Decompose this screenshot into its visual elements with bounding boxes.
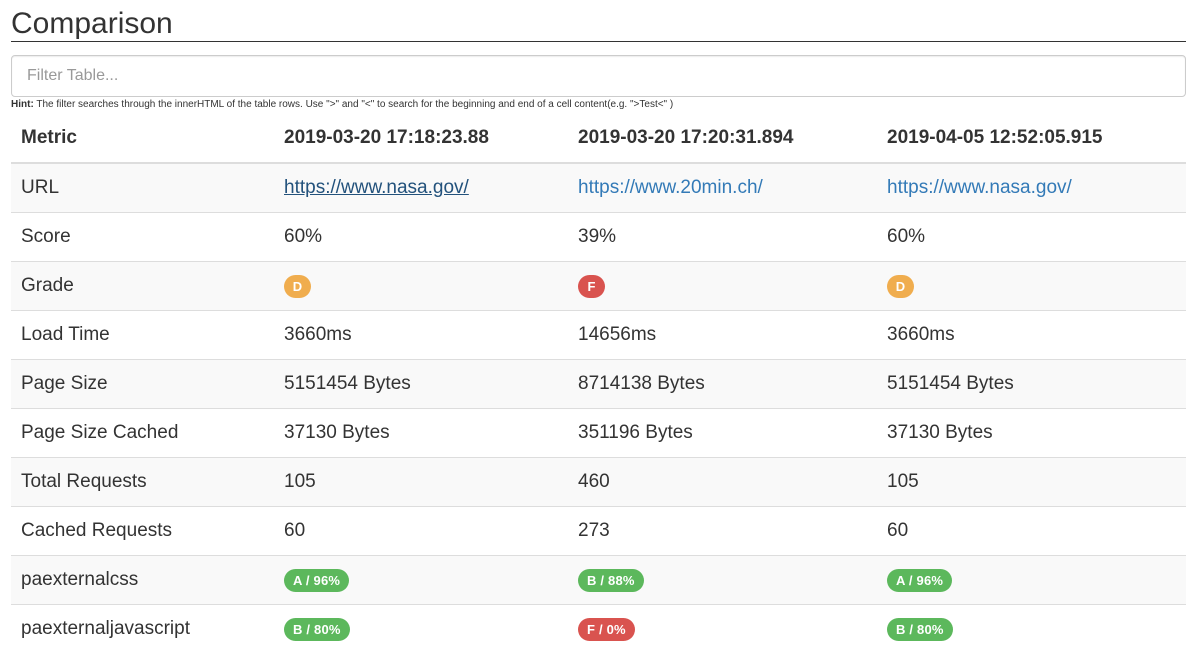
check-cell: F / 0%	[568, 604, 877, 653]
hint-text: The filter searches through the innerHTM…	[33, 99, 674, 110]
url-link[interactable]: https://www.nasa.gov/	[284, 177, 469, 198]
metric-label: Score	[11, 212, 274, 262]
header-run-2[interactable]: 2019-03-20 17:20:31.894	[568, 113, 877, 164]
check-cell: A / 96%	[274, 555, 568, 605]
hint-label: Hint:	[11, 99, 34, 110]
table-row-url: URL https://www.nasa.gov/ https://www.20…	[11, 163, 1186, 213]
page-title: Comparison	[11, 7, 173, 40]
page-size-cached-value: 351196 Bytes	[568, 408, 877, 458]
cached-requests-value: 60	[274, 506, 568, 556]
filter-hint: Hint: The filter searches through the in…	[11, 99, 673, 111]
score-value: 39%	[568, 212, 877, 262]
load-time-value: 3660ms	[274, 310, 568, 360]
check-cell: B / 88%	[568, 555, 877, 605]
header-run-1[interactable]: 2019-03-20 17:18:23.88	[274, 113, 568, 164]
metric-label: Page Size Cached	[11, 408, 274, 458]
header-metric[interactable]: Metric	[11, 113, 274, 164]
metric-label: Grade	[11, 261, 274, 311]
cached-requests-value: 60	[877, 506, 1186, 556]
check-result-badge: B / 88%	[578, 568, 644, 592]
table-header-row: Metric 2019-03-20 17:18:23.88 2019-03-20…	[11, 113, 1186, 164]
table-row-cached-requests: Cached Requests 60 273 60	[11, 506, 1186, 556]
score-value: 60%	[274, 212, 568, 262]
check-result-badge: F / 0%	[578, 617, 635, 641]
page-size-value: 5151454 Bytes	[877, 359, 1186, 409]
total-requests-value: 105	[274, 457, 568, 507]
check-result-badge: A / 96%	[284, 568, 350, 592]
table-row-page-size: Page Size 5151454 Bytes 8714138 Bytes 51…	[11, 359, 1186, 409]
url-cell: https://www.nasa.gov/	[274, 163, 568, 213]
grade-cell: D	[274, 261, 568, 311]
total-requests-value: 460	[568, 457, 877, 507]
metric-label: paexternaljavascript	[11, 604, 274, 653]
check-result-badge: B / 80%	[284, 617, 350, 641]
grade-cell: D	[877, 261, 1186, 311]
check-cell: B / 80%	[877, 604, 1186, 653]
comparison-table: Metric 2019-03-20 17:18:23.88 2019-03-20…	[11, 113, 1186, 653]
total-requests-value: 105	[877, 457, 1186, 507]
table-row-total-requests: Total Requests 105 460 105	[11, 457, 1186, 507]
table-row-page-size-cached: Page Size Cached 37130 Bytes 351196 Byte…	[11, 408, 1186, 458]
metric-label: Load Time	[11, 310, 274, 360]
metric-label: Total Requests	[11, 457, 274, 507]
header-run-3[interactable]: 2019-04-05 12:52:05.915	[877, 113, 1186, 164]
table-row-load-time: Load Time 3660ms 14656ms 3660ms	[11, 310, 1186, 360]
cached-requests-value: 273	[568, 506, 877, 556]
metric-label: Page Size	[11, 359, 274, 409]
title-divider	[11, 41, 1186, 42]
table-row-grade: Grade D F D	[11, 261, 1186, 311]
page-size-cached-value: 37130 Bytes	[877, 408, 1186, 458]
table-row-score: Score 60% 39% 60%	[11, 212, 1186, 262]
url-cell: https://www.nasa.gov/	[877, 163, 1186, 213]
table-row-paexternalcss: paexternalcss A / 96% B / 88% A / 96%	[11, 555, 1186, 605]
page-size-value: 5151454 Bytes	[274, 359, 568, 409]
page-size-value: 8714138 Bytes	[568, 359, 877, 409]
metric-label: URL	[11, 163, 274, 213]
grade-badge: D	[284, 274, 311, 298]
url-link[interactable]: https://www.nasa.gov/	[887, 177, 1072, 198]
score-value: 60%	[877, 212, 1186, 262]
table-row-paexternaljavascript: paexternaljavascript B / 80% F / 0% B / …	[11, 604, 1186, 653]
load-time-value: 14656ms	[568, 310, 877, 360]
url-cell: https://www.20min.ch/	[568, 163, 877, 213]
metric-label: paexternalcss	[11, 555, 274, 605]
check-result-badge: B / 80%	[887, 617, 953, 641]
comparison-page: Comparison Hint: The filter searches thr…	[0, 0, 1204, 653]
check-result-badge: A / 96%	[887, 568, 953, 592]
load-time-value: 3660ms	[877, 310, 1186, 360]
grade-badge: F	[578, 274, 605, 298]
check-cell: B / 80%	[274, 604, 568, 653]
metric-label: Cached Requests	[11, 506, 274, 556]
filter-table-input[interactable]	[11, 55, 1186, 97]
grade-cell: F	[568, 261, 877, 311]
check-cell: A / 96%	[877, 555, 1186, 605]
page-size-cached-value: 37130 Bytes	[274, 408, 568, 458]
grade-badge: D	[887, 274, 914, 298]
url-link[interactable]: https://www.20min.ch/	[578, 177, 763, 198]
